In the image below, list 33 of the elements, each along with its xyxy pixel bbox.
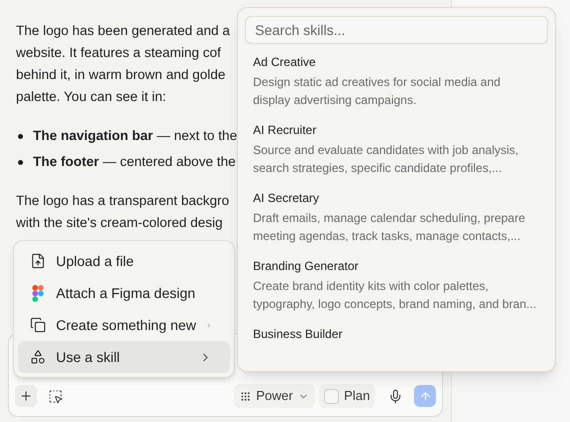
menu-item[interactable]: Create something new	[18, 309, 230, 341]
menu-item[interactable]: Use a skill	[18, 341, 230, 373]
figma-icon	[32, 284, 44, 302]
skill-item[interactable]: Branding Generator Create brand identity kits with color palettes, typography, logo concepts, brand naming, and bran...	[253, 258, 540, 313]
skill-item[interactable]: AI Recruiter Source and evaluate candidates with job analysis, search strategies, specific candidate profiles,...	[253, 122, 540, 177]
message-line: palette. You can see it in:	[16, 88, 166, 106]
message-line: The logo has a transparent backgro	[16, 192, 230, 210]
mode-dropdown[interactable]: Power	[234, 384, 315, 408]
select-element-icon[interactable]	[48, 388, 63, 404]
message-line: website. It features a steaming cof	[16, 44, 221, 62]
bullet-text: The navigation bar — next to the	[33, 126, 238, 145]
skill-item[interactable]: Business Builder	[253, 326, 540, 343]
add-button[interactable]	[15, 385, 37, 407]
overlapping-squares-icon	[30, 317, 46, 333]
plan-toggle[interactable]: Plan	[318, 384, 375, 408]
grip-dots-icon	[240, 390, 252, 402]
skill-item[interactable]: AI Secretary Draft emails, manage calendar scheduling, prepare meeting agendas, track tasks, manage contacts,...	[253, 190, 540, 245]
skill-item[interactable]: Ad Creative Design static ad creatives for social media and display advertising campaigns.	[253, 54, 540, 109]
bullet-icon	[18, 134, 23, 138]
bullet-text: The footer — centered above the	[33, 152, 236, 171]
search-field[interactable]: Search skills...	[245, 16, 548, 44]
plan-checkbox[interactable]	[324, 388, 339, 404]
menu-item[interactable]: Upload a file	[18, 245, 230, 277]
microphone-icon[interactable]	[388, 388, 403, 404]
message-line: with the site's cream-colored desig	[16, 214, 223, 232]
file-upload-icon	[30, 253, 46, 269]
bullet-icon	[18, 160, 23, 164]
message-line: The logo has been generated and a	[16, 22, 230, 40]
message-line: behind it, in warm brown and golde	[16, 66, 226, 84]
shapes-icon	[30, 349, 46, 365]
menu-item[interactable]: Attach a Figma design	[18, 277, 230, 309]
arrow-up-icon	[418, 390, 432, 402]
plus-icon	[19, 389, 33, 403]
